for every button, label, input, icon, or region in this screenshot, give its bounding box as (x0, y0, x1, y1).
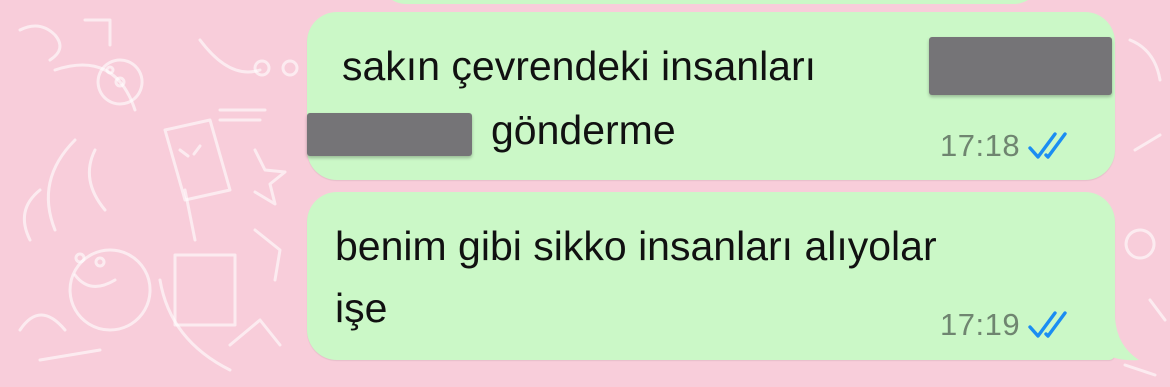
redaction-block (929, 37, 1112, 95)
bubble-tail (1095, 318, 1139, 361)
outgoing-message-bubble[interactable]: sakın çevrendeki insanları gönderme 17:1… (307, 12, 1115, 180)
previous-message-bubble-edge (380, 0, 1040, 4)
message-text-line: sakın çevrendeki insanları (342, 43, 817, 89)
double-check-read-icon (1028, 311, 1067, 338)
redaction-block (307, 113, 472, 156)
message-text-line: işe (335, 285, 388, 331)
message-text-line: benim gibi sikko insanları alıyolar (335, 223, 937, 269)
double-check-read-icon (1028, 132, 1067, 159)
message-meta: 17:19 (940, 307, 1074, 343)
message-timestamp: 17:18 (940, 128, 1021, 163)
message-meta: 17:18 (940, 128, 1074, 164)
message-timestamp: 17:19 (940, 307, 1021, 342)
message-text-line: gönderme (491, 107, 676, 153)
outgoing-message-bubble[interactable]: benim gibi sikko insanları alıyolar işe … (307, 192, 1115, 360)
